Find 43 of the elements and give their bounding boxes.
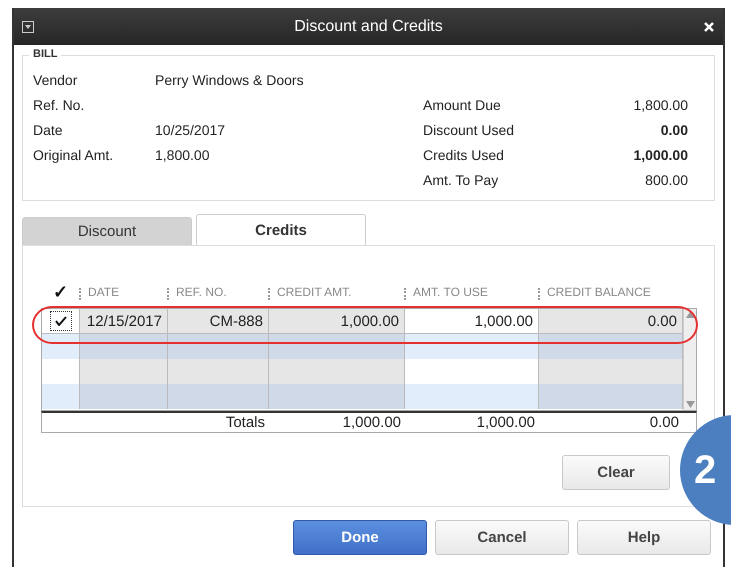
field-label: Discount Used [423,122,516,140]
field-label: Amount Due [423,97,502,115]
field-label: Date [33,122,64,140]
check-column-header: ✓ [52,281,69,303]
column-header: CREDIT AMT. [277,285,352,299]
menu-icon[interactable] [22,20,34,32]
tab[interactable]: Discount [22,217,192,245]
totals-label: Totals [224,414,266,431]
total-value: 0.00 [648,414,680,431]
field-label: Ref. No. [33,97,86,115]
field-label: Credits Used [423,147,505,165]
clear-button[interactable]: Clear [562,455,670,490]
scroll-up-icon[interactable] [686,311,694,318]
total-value: 1,000.00 [342,414,402,431]
field-value: 1,000.00 [632,147,688,165]
dialog-button[interactable]: Cancel [435,520,569,555]
column-header: REF. NO. [176,285,227,299]
field-label: Original Amt. [33,147,114,165]
field-value: 1,800.00 [632,97,688,115]
table-cell: CM-888 [168,309,269,333]
field-value: Perry Windows & Doors [155,72,305,90]
field-label: Vendor [33,72,78,90]
field-value: 10/25/2017 [155,122,226,140]
column-header: CREDIT BALANCE [547,285,651,299]
field-label: Amt. To Pay [423,172,500,190]
checkbox[interactable] [50,311,72,331]
scrollbar[interactable] [683,309,696,410]
total-value: 1,000.00 [476,414,536,431]
dialog-button[interactable]: Help [577,520,711,555]
field-value: 800.00 [644,172,688,190]
dialog-button[interactable]: Done [293,520,427,555]
check-icon [54,316,66,326]
field-value: 1,800.00 [155,147,210,165]
bill-legend: BILL [29,48,62,60]
tab[interactable]: Credits [196,214,366,245]
table-cell: 12/15/2017 [80,309,168,333]
table-cell: 1,000.00 [269,309,405,333]
column-header: DATE [88,285,120,299]
window-title: Discount and Credits [293,18,444,36]
field-value: 0.00 [660,122,688,140]
close-icon[interactable] [703,20,715,32]
column-header: AMT. TO USE [413,285,488,299]
table-cell: 0.00 [539,309,683,333]
